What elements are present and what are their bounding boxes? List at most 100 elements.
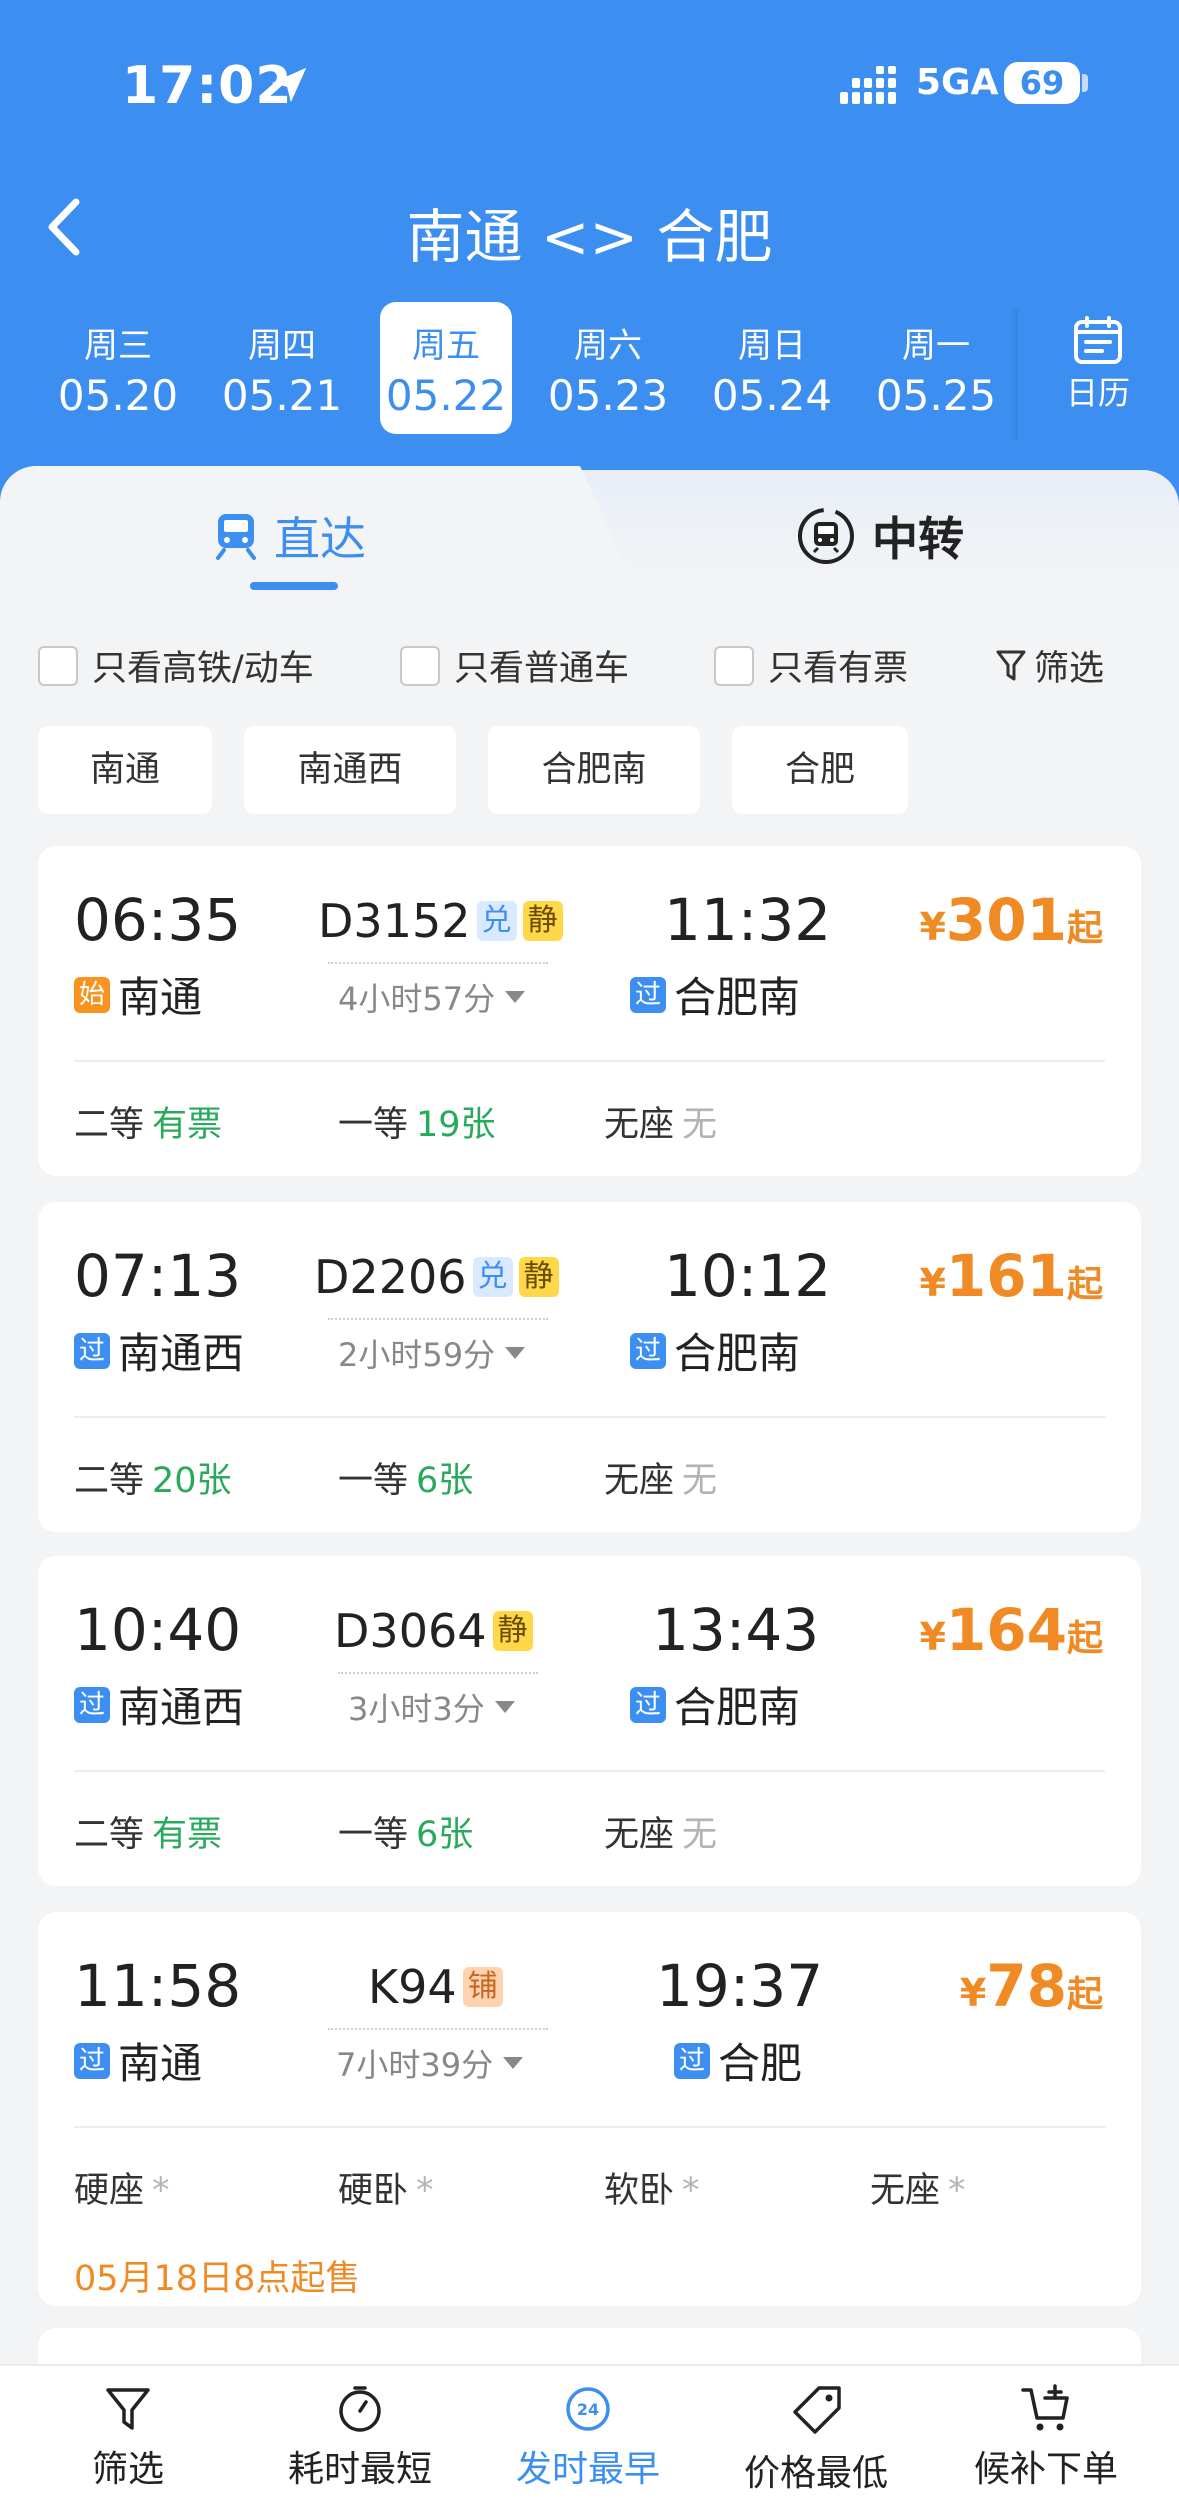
seat-class: 硬卧 [338,2171,409,2211]
date-weekday: 周五 [412,326,480,366]
date-weekday: 周一 [902,326,970,366]
seat-availability: 无 [682,1105,718,1145]
price: ¥164起 [919,1596,1103,1664]
arrival-station: 过合肥南 [630,964,800,1025]
seat-availability: 无 [682,1461,718,1501]
checkbox-available[interactable]: 只看有票 [714,640,908,691]
seat-info: 无座无 [604,1806,717,1857]
tab-direct[interactable]: 直达 [214,506,366,566]
tab-transfer[interactable]: 中转 [796,506,964,566]
clock-24-text: 24 [577,2400,599,2419]
funnel-icon [106,2388,150,2430]
date-value: 05.22 [385,371,507,420]
seat-class: 软卧 [604,2171,675,2211]
price-suffix: 起 [1066,1618,1103,1659]
arrival-station: 过合肥南 [630,1674,800,1735]
train-card[interactable]: 11:58 K94 铺 19:37 ¥78起 过南通 7小时39分 过合肥 硬座… [38,1912,1141,2306]
departure-time: 06:35 [74,886,242,954]
station-chip[interactable]: 南通 [38,726,212,814]
date-item-selected[interactable]: 周五 05.22 [380,302,512,434]
duration-toggle[interactable]: 3小时3分 [348,1684,515,1730]
seat-info: 硬卧 * [338,2162,434,2213]
seat-info: 二等 有票 [74,1096,222,1147]
funnel-icon [996,650,1026,680]
arrival-time: 13:43 [652,1596,820,1664]
date-weekday: 周三 [84,326,152,366]
date-item[interactable]: 周四 05.21 [216,302,348,434]
seat-info: 无座 * [870,2162,966,2213]
price-tag-icon [793,2386,841,2434]
nav-cheapest[interactable]: 价格最低 [706,2384,926,2496]
filter-button[interactable]: 筛选 [996,640,1104,691]
card-divider [74,2126,1105,2128]
duration-toggle[interactable]: 2小时59分 [338,1330,525,1376]
seat-info: 二等 有票 [74,1806,222,1857]
departure-station-name: 南通 [118,2039,203,2088]
date-item[interactable]: 周六 05.23 [542,302,674,434]
checkbox-box [714,645,754,686]
price: ¥161起 [919,1242,1103,1310]
seat-availability: 6张 [416,1815,474,1855]
train-number: D3152 [318,894,471,948]
date-item[interactable]: 周三 05.20 [52,302,184,434]
train-icon [216,514,256,560]
train-card[interactable]: 07:13 D2206 兑 静 10:12 ¥161起 过南通西 2小时59分 … [38,1202,1141,1532]
seat-class: 一等 [338,1461,409,1501]
station-chip[interactable]: 南通西 [244,726,456,814]
seat-info: 一等 19张 [338,1096,496,1147]
departure-station-name: 南通 [118,973,203,1022]
date-weekday: 周四 [248,326,316,366]
price-value: 301 [945,886,1067,954]
bottom-nav: 筛选 耗时最短 24 发时最早 价格最低 候补下单 [0,2364,1179,2516]
tag-quiet: 静 [522,901,563,941]
arrival-station-name: 合肥 [718,2039,803,2088]
nav-waitlist[interactable]: 候补下单 [936,2384,1156,2492]
origin-tag: 始 [74,976,110,1013]
arrival-station-name: 合肥南 [674,973,801,1022]
price-value: 78 [986,1952,1067,2020]
status-bar: 17:02 5GA 69 [0,52,1179,122]
train-card[interactable]: 10:40 D3064 静 13:43 ¥164起 过南通西 3小时3分 过合肥… [38,1556,1141,1886]
duration-toggle[interactable]: 4小时57分 [338,974,525,1020]
date-value: 05.20 [57,371,179,420]
checkbox-label: 只看高铁/动车 [92,649,314,689]
train-card[interactable]: 06:35 D3152 兑 静 11:32 ¥301起 始南通 4小时57分 过… [38,846,1141,1176]
arrival-station-name: 合肥南 [674,1683,801,1732]
train-number-group: D3064 静 [334,1604,533,1658]
duration-line [328,1318,548,1320]
stopwatch-icon [339,2386,381,2432]
seat-info: 无座无 [604,1096,717,1147]
duration-toggle[interactable]: 7小时39分 [336,2040,523,2086]
seat-info: 二等 20张 [74,1452,232,1503]
seat-availability: 20张 [152,1461,232,1501]
battery-level: 69 [1004,62,1080,104]
tag-quiet: 静 [492,1611,533,1651]
date-item[interactable]: 周日 05.24 [706,302,838,434]
seat-class: 二等 [74,1105,145,1145]
date-strip: 周三 05.20 周四 05.21 周五 05.22 周六 05.23 周日 0… [0,302,1179,442]
checkbox-high-speed[interactable]: 只看高铁/动车 [38,640,314,691]
calendar-button[interactable]: 日历 [1018,302,1178,442]
station-chip[interactable]: 合肥南 [488,726,700,814]
nav-filter-label: 筛选 [91,2449,164,2490]
seat-info: 一等 6张 [338,1452,473,1503]
date-value: 05.23 [547,371,669,420]
station-chip[interactable]: 合肥 [732,726,908,814]
train-number-group: D2206 兑 静 [314,1250,559,1304]
date-weekday: 周日 [738,326,806,366]
seat-availability: 19张 [416,1105,496,1145]
departure-station-name: 南通西 [118,1683,245,1732]
nav-earliest[interactable]: 24 发时最早 [478,2384,698,2492]
seat-class: 二等 [74,1461,145,1501]
checkbox-normal-train[interactable]: 只看普通车 [400,640,629,691]
pass-tag: 过 [74,1686,110,1723]
duration-line [328,2028,548,2030]
arrival-time: 11:32 [664,886,832,954]
seat-info: 硬座 * [74,2162,170,2213]
nav-shortest[interactable]: 耗时最短 [250,2384,470,2492]
seat-class: 一等 [338,1815,409,1855]
seat-info: 无座无 [604,1452,717,1503]
nav-filter[interactable]: 筛选 [18,2384,238,2492]
location-arrow-icon [271,67,307,103]
date-item[interactable]: 周一 05.25 [870,302,1002,434]
